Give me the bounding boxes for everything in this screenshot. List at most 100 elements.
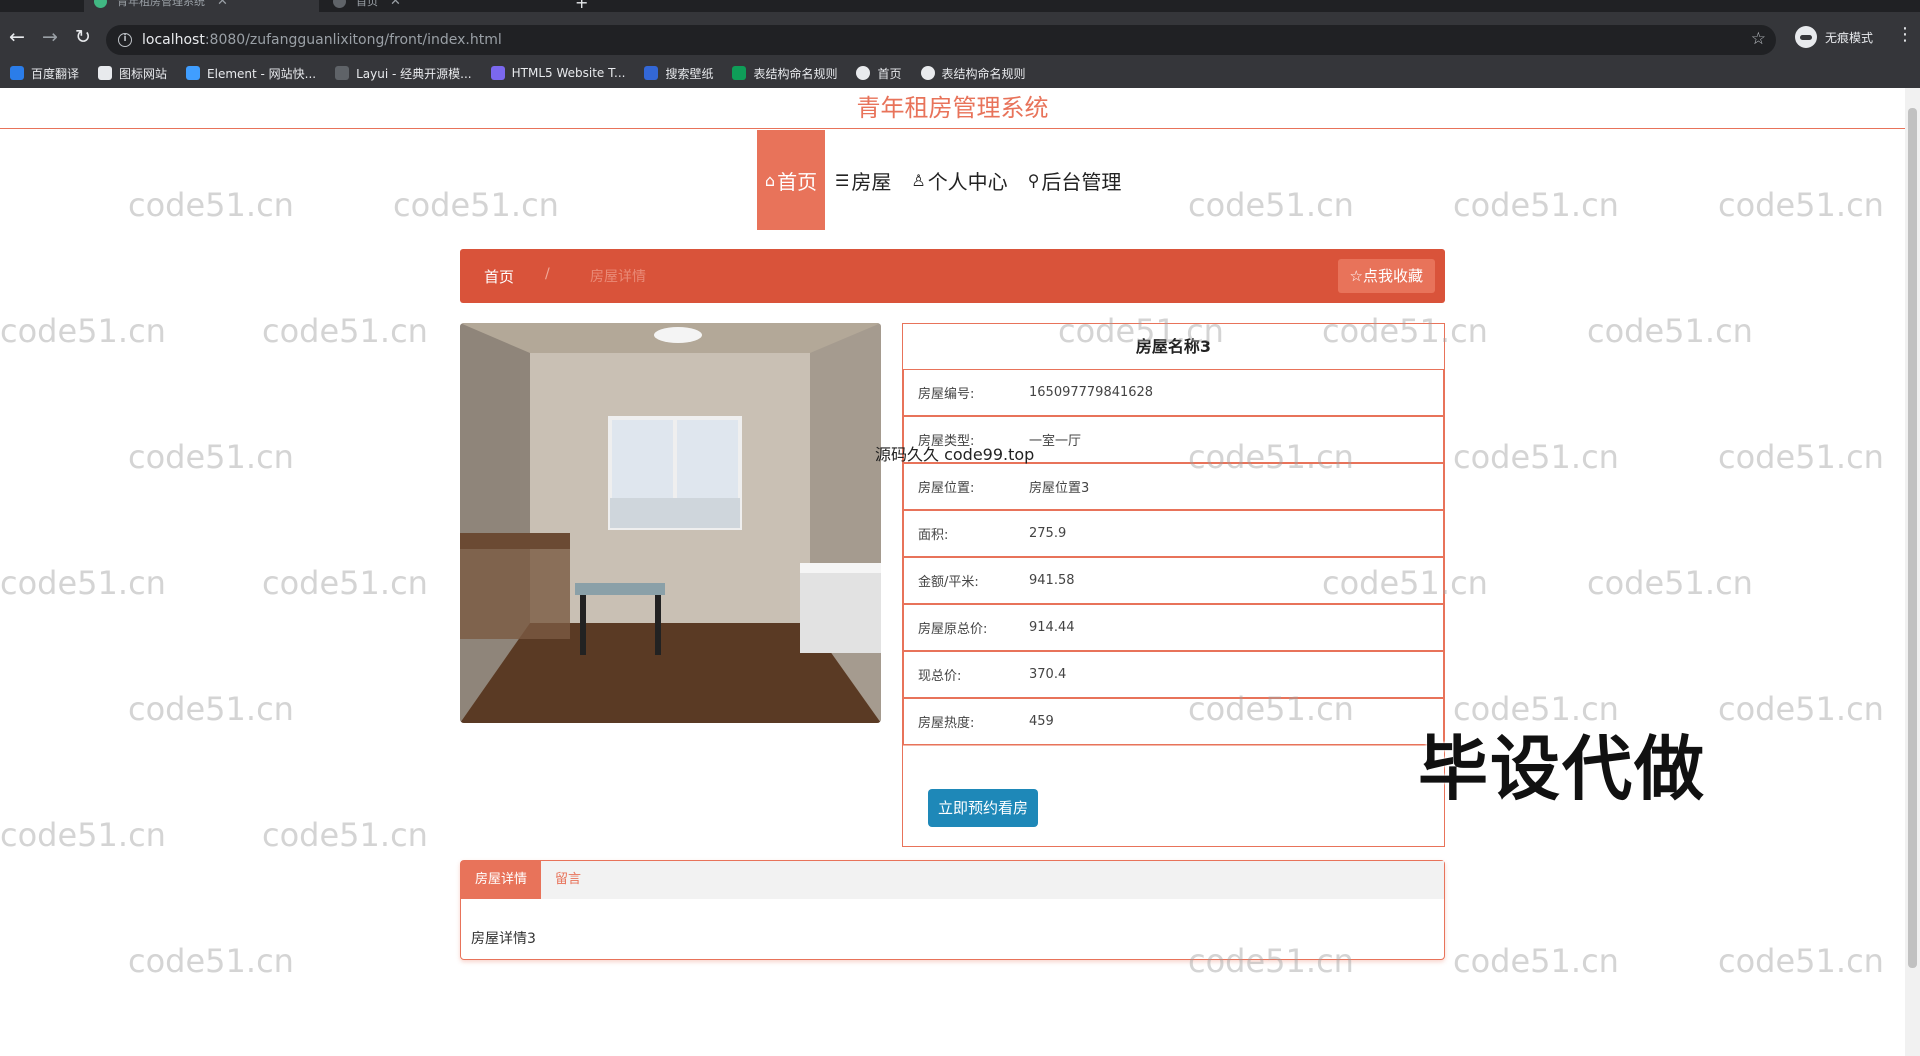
watermark: code51.cn [393, 186, 559, 224]
bookmark-label: Layui - 经典开源模... [356, 66, 472, 81]
info-row-popularity: 房屋热度: 459 [903, 698, 1444, 745]
field-label: 现总价: [918, 669, 962, 684]
browser-tab-active[interactable]: 青年租房管理系统 ✕ [84, 0, 319, 12]
nav-label: 个人中心 [927, 169, 1008, 194]
watermark: code51.cn [1453, 438, 1619, 476]
info-icon[interactable]: i [118, 33, 132, 47]
bookmark-star-icon[interactable]: ☆ [1751, 29, 1766, 49]
bookmark-label: 图标网站 [119, 66, 168, 81]
watermark: code51.cn [262, 312, 428, 350]
info-row-price-per-sqm: 金额/平米: 941.58 [903, 557, 1444, 604]
breadcrumb-home-link[interactable]: 首页 [484, 266, 514, 287]
nav-home[interactable]: ⌂ 首页 [757, 130, 825, 230]
bookmark-label: 表结构命名规则 [753, 66, 838, 81]
nav-label: 后台管理 [1041, 169, 1122, 194]
info-row-house-number: 房屋编号: 1650977798416​28 [903, 369, 1444, 416]
favorite-button[interactable]: ☆点我收藏 [1337, 259, 1435, 293]
watermark: code51.cn [0, 564, 166, 602]
watermark: code51.cn [128, 942, 294, 980]
field-label: 房屋热度: [918, 716, 975, 731]
watermark: code51.cn [1587, 564, 1753, 602]
watermark: code51.cn [1718, 186, 1884, 224]
globe-icon [856, 66, 871, 80]
house-info-card: 房屋名称3 房屋编号: 1650977798416​28 房屋类型: 一室一厅 房屋… [902, 323, 1445, 847]
watermark: code51.cn [0, 312, 166, 350]
browser-menu-icon[interactable]: ⋮ [1896, 24, 1914, 45]
user-icon: ♙ [911, 170, 926, 190]
field-value: 275.9 [1029, 526, 1067, 541]
bookmark-item[interactable]: 表结构命名规则 [920, 65, 1026, 82]
site-title: 青年租房管理系统 [856, 94, 1049, 122]
detail-panel: 房屋详情 留言 房屋详情3 [460, 860, 1445, 960]
page-scrollbar[interactable] [1905, 88, 1920, 1056]
bookmark-item[interactable]: Layui - 经典开源模... [335, 65, 472, 82]
info-row-current-total: 现总价: 370.4 [903, 651, 1444, 698]
watermark: code51.cn [1587, 312, 1753, 350]
field-value: 914.44 [1029, 620, 1075, 635]
browser-tab[interactable]: 首页 ✕ [333, 0, 553, 12]
watermark: code51.cn [1453, 186, 1619, 224]
watermark: code51.cn [1718, 690, 1884, 728]
browser-toolbar: ← → ↻ i localhost :8080/zufangguanlixito… [0, 12, 1920, 64]
bookmark-item[interactable]: 图标网站 [98, 65, 167, 82]
bookmark-label: HTML5 Website T... [511, 66, 626, 80]
wallpaper-icon [644, 66, 659, 80]
field-value: 459 [1029, 714, 1054, 729]
incognito-label: 无痕模式 [1825, 30, 1874, 45]
nav-houses[interactable]: ☰ 房屋 [825, 130, 901, 230]
field-value: 房屋位置3 [1029, 481, 1090, 496]
watermark: code51.cn [262, 564, 428, 602]
layui-icon [335, 66, 350, 80]
bookmark-label: 百度翻译 [31, 66, 80, 81]
field-value: 370.4 [1029, 667, 1067, 682]
detail-content: 房屋详情3 [471, 931, 536, 947]
close-tab-icon[interactable]: ✕ [390, 0, 401, 9]
browser-tab-title: 青年租房管理系统 [117, 0, 205, 8]
book-viewing-button[interactable]: 立即预约看房 [928, 789, 1039, 827]
field-label: 房屋原总价: [918, 622, 988, 637]
layers-icon: ☰ [835, 170, 850, 190]
bookmark-item[interactable]: 表结构命名规则 [732, 65, 837, 82]
nav-profile[interactable]: ♙ 个人中心 [901, 130, 1017, 230]
watermark: code51.cn [262, 816, 428, 854]
center-overlay-text: 源码久久 code99.top [875, 445, 1035, 464]
watermark: code51.cn [128, 690, 294, 728]
title-divider [0, 128, 1905, 129]
watermark: code51.cn [128, 186, 294, 224]
info-row-original-total: 房屋原总价: 914.44 [903, 604, 1444, 651]
info-row-location: 房屋位置: 房屋位置3 [903, 463, 1444, 510]
bookmark-item[interactable]: 搜索壁纸 [644, 65, 713, 82]
forward-icon[interactable]: → [37, 24, 63, 50]
url-host: localhost [142, 32, 205, 48]
bookmark-item[interactable]: 首页 [856, 65, 902, 82]
house-name: 房屋名称3 [903, 323, 1444, 369]
field-value: 一室一厅 [1029, 434, 1082, 449]
bookmarks-bar: 百度翻译 图标网站 Element - 网站快... Layui - 经典开源模… [0, 58, 1920, 88]
field-value: 1650977798416​28 [1029, 385, 1154, 400]
reload-icon[interactable]: ↻ [70, 24, 96, 50]
breadcrumb-current: 房屋详情 [590, 269, 646, 285]
field-label: 面积: [918, 528, 949, 543]
tab-messages[interactable]: 留言 [541, 861, 595, 899]
watermark: code51.cn [1188, 186, 1354, 224]
nav-admin[interactable]: ⚲ 后台管理 [1018, 130, 1132, 230]
new-tab-icon[interactable]: + [575, 0, 588, 12]
bookmark-item[interactable]: Element - 网站快... [186, 65, 316, 82]
bookmark-item[interactable]: HTML5 Website T... [490, 66, 626, 80]
field-label: 金额/平米: [918, 575, 979, 590]
field-value: 941.58 [1029, 573, 1075, 588]
tab-house-details[interactable]: 房屋详情 [461, 861, 542, 899]
globe-favicon-icon [333, 0, 346, 8]
close-tab-icon[interactable]: ✕ [217, 0, 228, 9]
browser-tab-title: 首页 [356, 0, 378, 8]
main-nav: ⌂ 首页 ☰ 房屋 ♙ 个人中心 ⚲ 后台管理 [757, 130, 1131, 230]
bookmark-label: 表结构命名规则 [941, 66, 1026, 81]
incognito-indicator[interactable]: 无痕模式 [1795, 26, 1873, 48]
field-label: 房屋编号: [918, 387, 975, 402]
browser-tabstrip: 青年租房管理系统 ✕ 首页 ✕ + [0, 0, 1920, 12]
back-icon[interactable]: ← [4, 24, 30, 50]
bookmark-item[interactable]: 百度翻译 [10, 65, 79, 82]
scrollbar-thumb[interactable] [1908, 108, 1917, 968]
address-bar[interactable]: i localhost :8080/zufangguanlixitong/fro… [106, 25, 1776, 55]
bookmark-label: 搜索壁纸 [665, 66, 714, 81]
